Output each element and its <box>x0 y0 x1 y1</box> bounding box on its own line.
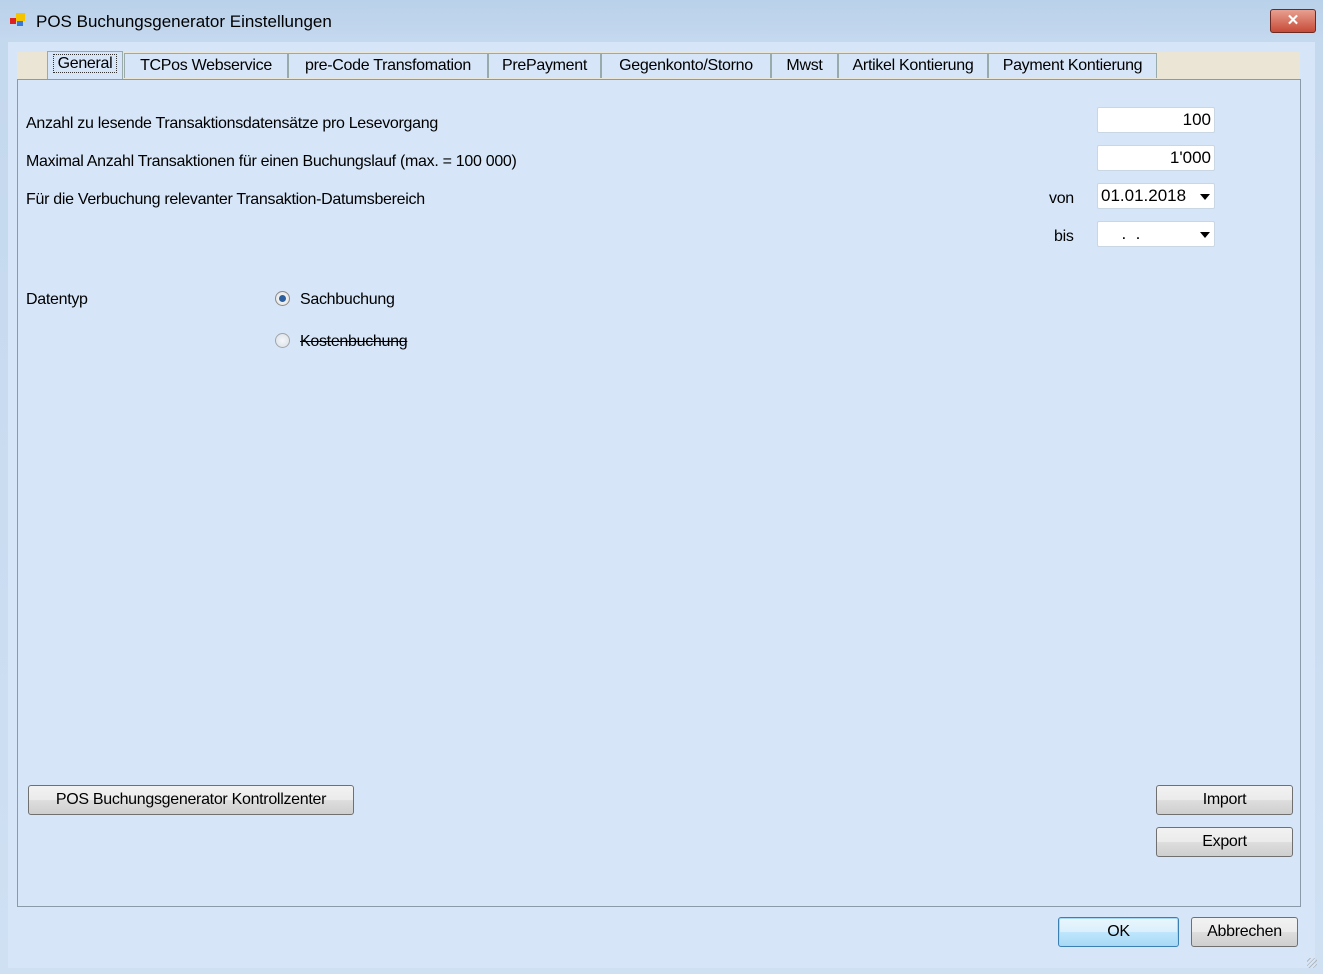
max-transactions-input[interactable]: 1'000 <box>1097 145 1215 171</box>
ok-button[interactable]: OK <box>1058 917 1179 947</box>
tab-artikel-kontierung[interactable]: Artikel Kontierung <box>838 53 988 78</box>
tab-payment-kontierung[interactable]: Payment Kontierung <box>988 53 1157 78</box>
tab-prepayment[interactable]: PrePayment <box>488 53 601 78</box>
from-label: von <box>1049 190 1074 207</box>
to-date-value: . . <box>1112 224 1141 243</box>
window-title: POS Buchungsgenerator Einstellungen <box>36 12 332 31</box>
title-bar: POS Buchungsgenerator Einstellungen ✕ <box>0 0 1323 42</box>
radio-sachbuchung[interactable] <box>275 291 290 306</box>
tab-precode-transformation[interactable]: pre-Code Transfomation <box>288 53 488 78</box>
close-button[interactable]: ✕ <box>1270 9 1316 33</box>
tab-mwst[interactable]: Mwst <box>771 53 838 78</box>
date-range-label: Für die Verbuchung relevanter Transaktio… <box>26 191 425 208</box>
import-button[interactable]: Import <box>1156 785 1293 815</box>
cancel-button[interactable]: Abbrechen <box>1191 917 1298 947</box>
from-date-picker[interactable]: 01.01.2018 <box>1097 183 1215 209</box>
batch-size-label: Anzahl zu lesende Transaktionsdatensätze… <box>26 115 438 132</box>
tab-label: General <box>52 54 118 73</box>
datatype-label: Datentyp <box>26 291 88 308</box>
settings-window: POS Buchungsgenerator Einstellungen ✕ Ge… <box>0 0 1323 974</box>
export-button[interactable]: Export <box>1156 827 1293 857</box>
sachbuchung-label[interactable]: Sachbuchung <box>300 291 395 309</box>
to-date-picker[interactable]: . . <box>1097 221 1215 247</box>
kostenbuchung-label[interactable]: Kostenbuchung <box>300 333 408 351</box>
resize-grip[interactable] <box>1307 958 1317 968</box>
tab-gegenkonto-storno[interactable]: Gegenkonto/Storno <box>601 53 771 78</box>
app-icon <box>10 13 25 26</box>
batch-size-input[interactable]: 100 <box>1097 107 1215 133</box>
radio-kostenbuchung[interactable] <box>275 333 290 348</box>
to-label: bis <box>1054 228 1074 245</box>
chevron-down-icon[interactable] <box>1200 194 1210 200</box>
from-date-value: 01.01.2018 <box>1101 186 1187 205</box>
tab-general[interactable]: General <box>47 51 123 80</box>
chevron-down-icon[interactable] <box>1200 232 1210 238</box>
control-center-button[interactable]: POS Buchungsgenerator Kontrollzenter <box>28 785 354 815</box>
max-transactions-label: Maximal Anzahl Transaktionen für einen B… <box>26 153 517 170</box>
tab-tcpos-webservice[interactable]: TCPos Webservice <box>124 53 288 78</box>
